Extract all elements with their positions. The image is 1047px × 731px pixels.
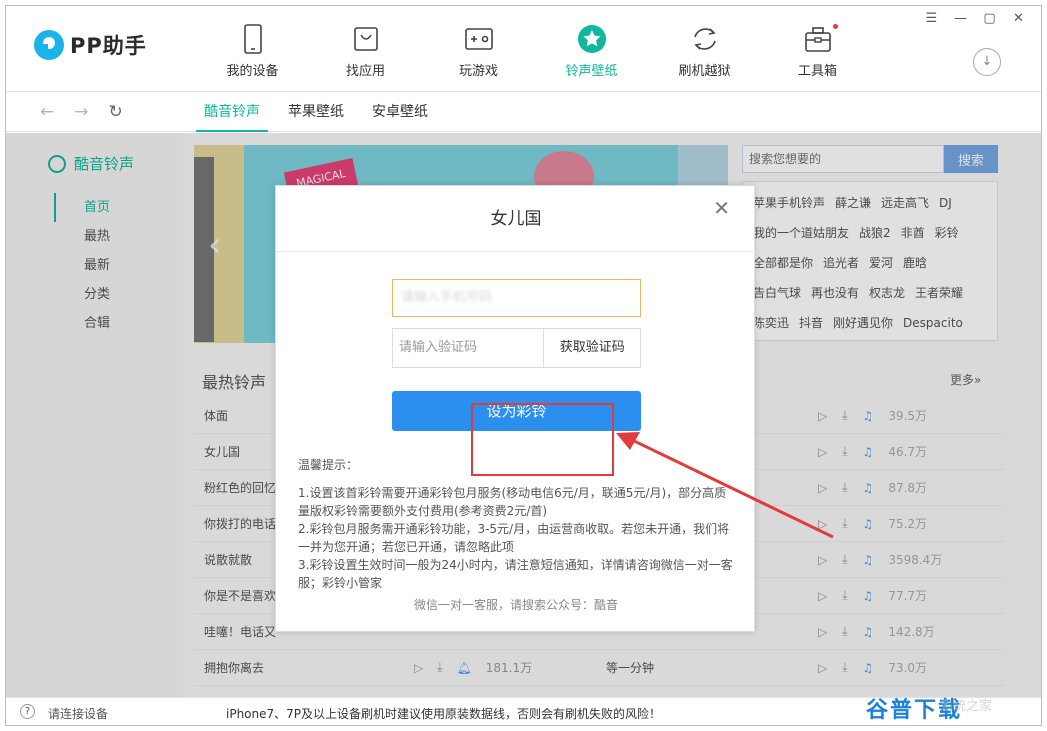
tips: 温馨提示： 1.设置该首彩铃需要开通彩铃包月服务(移动电信6元/月，联通5元/月… (298, 456, 738, 592)
get-code-button[interactable]: 获取验证码 (543, 329, 640, 367)
notification-dot (833, 24, 838, 29)
close-window-icon[interactable]: ✕ (1010, 11, 1027, 27)
toolbox-icon (761, 22, 874, 56)
close-icon[interactable]: ✕ (713, 196, 730, 220)
sub-tabs: 酷音铃声 苹果壁纸 安卓壁纸 (196, 92, 448, 132)
nav-find-apps[interactable]: 找应用 (309, 22, 422, 88)
tip-item: 3.彩铃设置生效时间一般为24小时内，请注意短信通知，详情请咨询微信一对一客服；… (298, 558, 733, 590)
back-arrow-icon[interactable]: ← (40, 102, 54, 122)
forward-arrow-icon[interactable]: → (74, 102, 88, 122)
logo: PP助手 (34, 30, 147, 60)
nav-label: 工具箱 (797, 64, 837, 79)
phone-placeholder: 请输入手机号码 (401, 290, 493, 305)
maximize-icon[interactable]: ▢ (981, 11, 998, 27)
menu-icon[interactable]: ☰ (923, 11, 940, 27)
verification-code-input[interactable]: 请输入验证码 (393, 329, 543, 367)
annotation-highlight-box (471, 403, 614, 476)
reload-icon[interactable]: ↻ (109, 102, 123, 122)
bag-icon (309, 22, 422, 56)
window-controls: ☰ — ▢ ✕ (923, 11, 1027, 27)
sub-nav: ← → ↻ 酷音铃声 苹果壁纸 安卓壁纸 (6, 92, 1041, 132)
tab-kuyin-ringtones[interactable]: 酷音铃声 (196, 92, 268, 132)
nav-label: 玩游戏 (458, 64, 498, 79)
gamepad-icon (422, 22, 535, 56)
main-nav: 我的设备 找应用 玩游戏 铃声壁纸 刷机越狱 工具箱 (196, 22, 874, 88)
verification-row: 请输入验证码 获取验证码 (392, 328, 641, 368)
tab-android-wallpapers[interactable]: 安卓壁纸 (364, 92, 436, 132)
nav-label: 我的设备 (226, 64, 279, 79)
tip-item: 2.彩铃包月服务需开通彩铃功能，3-5元/月，由运营商收取。若您未开通，我们将一… (298, 522, 730, 554)
history-controls: ← → ↻ (40, 102, 123, 122)
tab-apple-wallpapers[interactable]: 苹果壁纸 (280, 92, 352, 132)
refresh-icon (648, 22, 761, 56)
dialog-footer: 微信一对一客服，请搜索公众号：酷音 (413, 598, 618, 612)
watermark-sub: 系统之家 (940, 699, 993, 714)
help-icon[interactable]: ? (20, 704, 35, 719)
nav-label: 铃声壁纸 (565, 64, 618, 79)
logo-text: PP助手 (70, 34, 147, 58)
nav-label: 刷机越狱 (678, 64, 731, 79)
dialog-title: 女儿国 (276, 186, 756, 252)
status-warning: iPhone7、7P及以上设备刷机时建议使用原装数据线，否则会有刷机失败的风险！ (226, 707, 662, 721)
nav-label: 找应用 (345, 64, 385, 79)
nav-ringtones-wallpapers[interactable]: 铃声壁纸 (535, 22, 648, 88)
pp-logo-icon (34, 30, 64, 60)
tip-item: 1.设置该首彩铃需要开通彩铃包月服务(移动电信6元/月，联通5元/月)，部分高质… (298, 486, 727, 518)
phone-icon (196, 22, 309, 56)
nav-my-device[interactable]: 我的设备 (196, 22, 309, 88)
nav-toolbox[interactable]: 工具箱 (761, 22, 874, 88)
nav-flash-jailbreak[interactable]: 刷机越狱 (648, 22, 761, 88)
minimize-icon[interactable]: — (952, 11, 969, 27)
download-icon[interactable]: ↓ (973, 48, 1001, 76)
star-icon (535, 22, 648, 56)
connect-status: 请连接设备 (48, 707, 109, 721)
phone-number-input[interactable]: 请输入手机号码 (392, 279, 641, 317)
nav-games[interactable]: 玩游戏 (422, 22, 535, 88)
header: PP助手 我的设备 找应用 玩游戏 铃声壁纸 刷机越狱 工具箱 ☰ — ▢ ✕ … (6, 6, 1041, 92)
